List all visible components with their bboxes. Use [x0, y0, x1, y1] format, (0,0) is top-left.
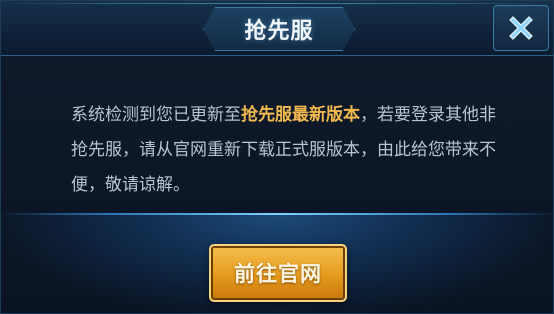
dialog-header: 抢先服 — [1, 1, 553, 56]
message-highlight: 抢先服最新版本 — [241, 105, 360, 125]
footer-divider — [1, 213, 553, 215]
message-text-prefix: 系统检测到您已更新至 — [71, 105, 241, 125]
visit-official-site-label: 前往官网 — [234, 262, 322, 286]
dialog-message: 系统检测到您已更新至抢先服最新版本，若要登录其他非抢先服，请从官网重新下载正式服… — [71, 98, 501, 203]
close-icon — [504, 11, 538, 45]
title-plate: 抢先服 — [203, 7, 355, 51]
visit-official-site-button[interactable]: 前往官网 — [209, 244, 347, 302]
close-button[interactable] — [493, 5, 549, 51]
dialog-title: 抢先服 — [244, 19, 314, 44]
dialog: 抢先服 系统检测到您已更新至抢先服最新版本，若要登录其他非抢先服，请从官网重新下… — [0, 0, 554, 314]
